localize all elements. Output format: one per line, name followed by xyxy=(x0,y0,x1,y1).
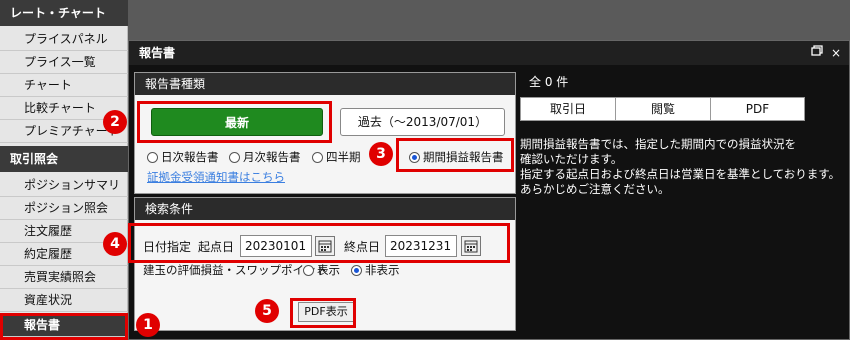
modal-title: 報告書 xyxy=(129,41,849,65)
past-button[interactable]: 過去（～2013/07/01） xyxy=(340,108,505,136)
search-conditions-panel: 検索条件 日付指定 起点日 20230101 終点日 20231231 建玉の評… xyxy=(134,197,516,331)
sidebar-section-trade-inquiry: 取引照会 xyxy=(0,146,128,172)
radio-monthly[interactable]: 月次報告書 xyxy=(229,149,301,165)
radio-circle xyxy=(303,265,314,276)
info-line: 確認いただけます。 xyxy=(520,152,623,166)
background-area xyxy=(128,0,850,40)
sidebar-item-position-summary[interactable]: ポジションサマリ xyxy=(0,174,128,197)
date-spec-label: 日付指定 xyxy=(143,240,192,254)
report-modal: 報告書 × 報告書種類 最新 過去（～2013/07/01） 日次報告書 月次報… xyxy=(128,40,850,340)
start-date-input[interactable]: 20230101 xyxy=(240,235,312,257)
report-type-panel: 報告書種類 最新 過去（～2013/07/01） 日次報告書 月次報告書 四半期… xyxy=(134,72,516,194)
column-pdf[interactable]: PDF xyxy=(710,97,805,121)
report-type-header: 報告書種類 xyxy=(135,73,515,95)
step-badge-1: 1 xyxy=(136,313,160,337)
step-badge-3: 3 xyxy=(369,142,393,166)
search-conditions-header: 検索条件 xyxy=(135,198,515,220)
sidebar-section-rate-chart: レート・チャート xyxy=(0,0,128,26)
info-line: あらかじめご注意ください。 xyxy=(520,182,670,196)
pdf-view-button[interactable]: PDF表示 xyxy=(298,302,354,322)
close-icon[interactable]: × xyxy=(828,45,844,61)
sidebar-item-price-list[interactable]: プライス一覧 xyxy=(0,51,128,74)
info-note: 期間損益報告書では、指定した期間内での損益状況を 確認いただけます。 指定する起… xyxy=(520,137,840,197)
latest-button[interactable]: 最新 xyxy=(151,108,323,136)
radio-show[interactable]: 表示 xyxy=(303,262,340,278)
radio-circle-selected xyxy=(409,152,420,163)
radio-hide[interactable]: 非表示 xyxy=(351,262,400,278)
radio-daily-label: 日次報告書 xyxy=(161,150,219,164)
sidebar-item-assets[interactable]: 資産状況 xyxy=(0,289,128,312)
end-date-label: 終点日 xyxy=(344,240,381,254)
sidebar-item-chart[interactable]: チャート xyxy=(0,74,128,97)
radio-circle-selected xyxy=(351,265,362,276)
eval-pl-swap-label: 建玉の評価損益・スワップポイント xyxy=(143,263,327,277)
start-date-label: 起点日 xyxy=(198,240,235,254)
step-badge-2: 2 xyxy=(103,110,127,134)
info-line: 指定する起点日および終点日は営業日を基準としております。 xyxy=(520,167,841,181)
radio-circle xyxy=(229,152,240,163)
radio-hide-label: 非表示 xyxy=(365,263,400,277)
step-badge-5: 5 xyxy=(255,299,279,323)
column-trade-date[interactable]: 取引日 xyxy=(520,97,616,121)
restore-icon[interactable] xyxy=(809,45,825,61)
calendar-icon[interactable] xyxy=(315,236,335,256)
result-count: 全 0 件 xyxy=(529,75,569,89)
margin-receipt-link[interactable]: 証拠金受領通知書はこちら xyxy=(147,169,285,185)
radio-show-label: 表示 xyxy=(317,263,340,277)
radio-quarterly-label: 四半期 xyxy=(326,150,361,164)
radio-circle xyxy=(147,152,158,163)
radio-period-pl[interactable]: 期間損益報告書 xyxy=(409,149,504,165)
step-badge-4: 4 xyxy=(103,232,127,256)
calendar-icon[interactable] xyxy=(461,236,481,256)
radio-period-pl-label: 期間損益報告書 xyxy=(423,150,504,164)
radio-quarterly[interactable]: 四半期 xyxy=(312,149,361,165)
sidebar-item-trade-results[interactable]: 売買実績照会 xyxy=(0,266,128,289)
radio-daily[interactable]: 日次報告書 xyxy=(147,149,219,165)
column-view[interactable]: 閲覧 xyxy=(615,97,711,121)
sidebar: レート・チャート プライスパネル プライス一覧 チャート 比較チャート プレミア… xyxy=(0,0,128,340)
radio-circle xyxy=(312,152,323,163)
sidebar-item-price-panel[interactable]: プライスパネル xyxy=(0,28,128,51)
sidebar-item-position-inquiry[interactable]: ポジション照会 xyxy=(0,197,128,220)
info-line: 期間損益報告書では、指定した期間内での損益状況を xyxy=(520,137,796,151)
sidebar-item-reports[interactable]: 報告書 xyxy=(0,314,128,337)
end-date-input[interactable]: 20231231 xyxy=(385,235,457,257)
radio-monthly-label: 月次報告書 xyxy=(243,150,301,164)
